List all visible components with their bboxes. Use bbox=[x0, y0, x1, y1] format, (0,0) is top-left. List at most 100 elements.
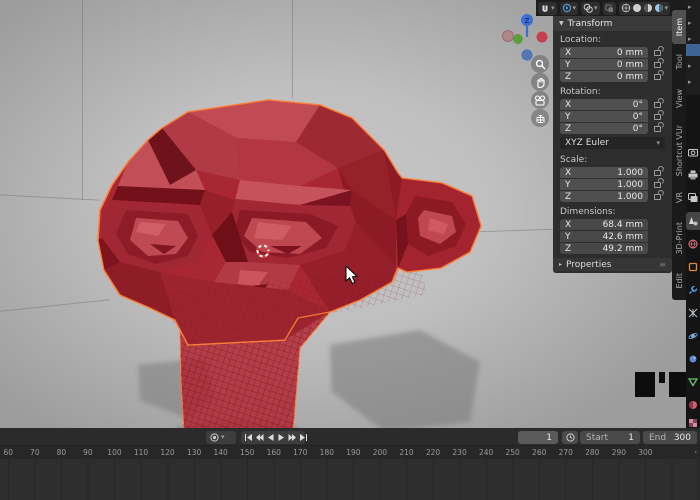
tab-shortcut-vur[interactable]: Shortcut VUr bbox=[672, 118, 687, 184]
orthographic-toggle-button[interactable] bbox=[531, 109, 549, 127]
mesh-data-icon bbox=[688, 377, 698, 387]
location-x-field[interactable]: X0 mm bbox=[560, 47, 648, 58]
properties-tab-physics[interactable] bbox=[686, 327, 700, 345]
lock-icon[interactable] bbox=[654, 114, 661, 120]
properties-tab-output[interactable] bbox=[686, 166, 700, 184]
jump-to-end-button[interactable] bbox=[299, 432, 308, 443]
outliner-expand-icon[interactable]: ▸ bbox=[688, 19, 692, 27]
jump-start-icon bbox=[244, 433, 253, 442]
frame-start-field[interactable]: Start 1 bbox=[580, 431, 640, 444]
timeline-ruler[interactable]: 6070809010011012013014015016017018019020… bbox=[0, 446, 700, 459]
world-globe-icon bbox=[688, 239, 698, 249]
lock-icon[interactable] bbox=[654, 50, 661, 56]
properties-tab-constraints[interactable] bbox=[686, 350, 700, 368]
proportional-editing-control[interactable]: ▾ bbox=[560, 2, 579, 15]
previous-keyframe-button[interactable] bbox=[255, 432, 264, 443]
wireframe-shading-icon bbox=[621, 3, 631, 13]
tab-tool[interactable]: Tool bbox=[672, 46, 687, 78]
properties-tab-modifiers[interactable] bbox=[686, 281, 700, 299]
watermark-block bbox=[659, 372, 665, 383]
tab-view[interactable]: View bbox=[672, 80, 687, 116]
snap-magnet-icon bbox=[540, 3, 550, 13]
lock-icon[interactable] bbox=[654, 194, 661, 200]
properties-tab-object[interactable] bbox=[686, 258, 700, 276]
xray-toggle[interactable] bbox=[603, 2, 616, 15]
physics-orbit-icon bbox=[688, 331, 698, 341]
location-z-field[interactable]: Z0 mm bbox=[560, 71, 648, 82]
shading-wireframe-button[interactable] bbox=[621, 3, 631, 14]
properties-tab-view-layer[interactable] bbox=[686, 189, 700, 207]
location-y-field[interactable]: Y0 mm bbox=[560, 59, 648, 70]
timeline-header: ▾ 1 Start 1 End 300 bbox=[0, 428, 700, 446]
play-button[interactable] bbox=[277, 432, 286, 443]
chevron-down-icon[interactable]: ▾ bbox=[573, 5, 577, 12]
chevron-down-icon[interactable]: ▾ bbox=[551, 5, 555, 12]
outliner-expand-icon[interactable]: ▸ bbox=[688, 3, 692, 11]
lock-icon[interactable] bbox=[654, 126, 661, 132]
properties-tab-scene[interactable] bbox=[686, 212, 700, 230]
shading-mode-group: ▾ bbox=[619, 2, 671, 15]
lock-icon[interactable] bbox=[654, 102, 661, 108]
properties-tab-particles[interactable] bbox=[686, 304, 700, 322]
rotation-z-field[interactable]: Z0° bbox=[560, 123, 648, 134]
outliner-selected-row[interactable] bbox=[686, 44, 700, 56]
frame-end-field[interactable]: End 300 bbox=[643, 431, 697, 444]
lock-icon[interactable] bbox=[654, 62, 661, 68]
overlays-control[interactable]: ▾ bbox=[581, 2, 600, 15]
use-preview-range-button[interactable] bbox=[562, 431, 578, 444]
shading-solid-button[interactable] bbox=[632, 3, 642, 14]
rotation-y-field[interactable]: Y0° bbox=[560, 111, 648, 122]
properties-subpanel-header[interactable]: ▸ Properties ≡ bbox=[553, 258, 672, 271]
dimensions-x-field[interactable]: X68.4 mm bbox=[560, 219, 648, 230]
properties-tab-object-data[interactable] bbox=[686, 373, 700, 391]
timeline-track-area[interactable] bbox=[0, 459, 700, 500]
play-reverse-button[interactable] bbox=[266, 432, 275, 443]
scroll-left-icon[interactable]: ‹ bbox=[694, 448, 697, 456]
rotation-x-field[interactable]: X0° bbox=[560, 99, 648, 110]
lock-icon[interactable] bbox=[654, 170, 661, 176]
outliner-expand-icon[interactable]: ▸ bbox=[688, 78, 692, 86]
tab-item[interactable]: Item bbox=[672, 10, 687, 44]
suzanne-head bbox=[98, 100, 481, 345]
layers-icon bbox=[688, 193, 698, 203]
tab-3d-print[interactable]: 3D-Print bbox=[672, 212, 687, 264]
texture-checker-icon bbox=[688, 418, 698, 428]
tab-vr[interactable]: VR bbox=[672, 186, 687, 210]
axis-neg-x-ball bbox=[503, 31, 514, 42]
timeline-editor: ▾ 1 Start 1 End 300 bbox=[0, 428, 700, 500]
scale-x-field[interactable]: X1.000 bbox=[560, 167, 648, 178]
properties-editor-sliver: ▸ ▸ ▸ ▸ ▸ bbox=[686, 0, 700, 428]
rotation-mode-dropdown[interactable]: XYZ Euler ▾ bbox=[560, 137, 665, 149]
snap-control[interactable]: ▾ bbox=[538, 2, 557, 15]
scale-z-field[interactable]: Z1.000 bbox=[560, 191, 648, 202]
chevron-down-icon[interactable]: ▾ bbox=[221, 434, 225, 441]
outliner-expand-icon[interactable]: ▸ bbox=[688, 62, 692, 70]
dimensions-y-field[interactable]: Y42.6 mm bbox=[560, 231, 648, 242]
rendered-shading-icon bbox=[654, 3, 664, 13]
properties-tab-material[interactable] bbox=[686, 396, 700, 414]
properties-tab-world[interactable] bbox=[686, 235, 700, 253]
zoom-button[interactable] bbox=[531, 55, 549, 73]
jump-to-start-button[interactable] bbox=[244, 432, 253, 443]
lock-icon[interactable] bbox=[654, 182, 661, 188]
outliner-expand-icon[interactable]: ▸ bbox=[688, 35, 692, 43]
chevron-down-icon[interactable]: ▾ bbox=[665, 5, 669, 12]
lock-icon[interactable] bbox=[654, 74, 661, 80]
shading-material-button[interactable] bbox=[643, 3, 653, 14]
clock-icon bbox=[566, 433, 575, 442]
current-frame-field[interactable]: 1 bbox=[518, 431, 558, 444]
rotation-label: Rotation: bbox=[553, 83, 672, 99]
auto-keying-button[interactable] bbox=[209, 432, 219, 443]
dimensions-z-field[interactable]: Z49.2 mm bbox=[560, 243, 648, 254]
chevron-down-icon[interactable]: ▾ bbox=[594, 5, 598, 12]
camera-view-button[interactable] bbox=[531, 91, 549, 109]
next-keyframe-button[interactable] bbox=[288, 432, 297, 443]
scale-y-field[interactable]: Y1.000 bbox=[560, 179, 648, 190]
pan-button[interactable] bbox=[531, 73, 549, 91]
axis-x-ball bbox=[537, 32, 548, 43]
transform-panel-header[interactable]: ▼ Transform bbox=[553, 16, 672, 31]
shading-rendered-button[interactable] bbox=[654, 3, 664, 14]
watermark-block bbox=[669, 372, 687, 397]
properties-tab-render[interactable] bbox=[686, 143, 700, 161]
tab-edit[interactable]: Edit bbox=[672, 266, 687, 296]
